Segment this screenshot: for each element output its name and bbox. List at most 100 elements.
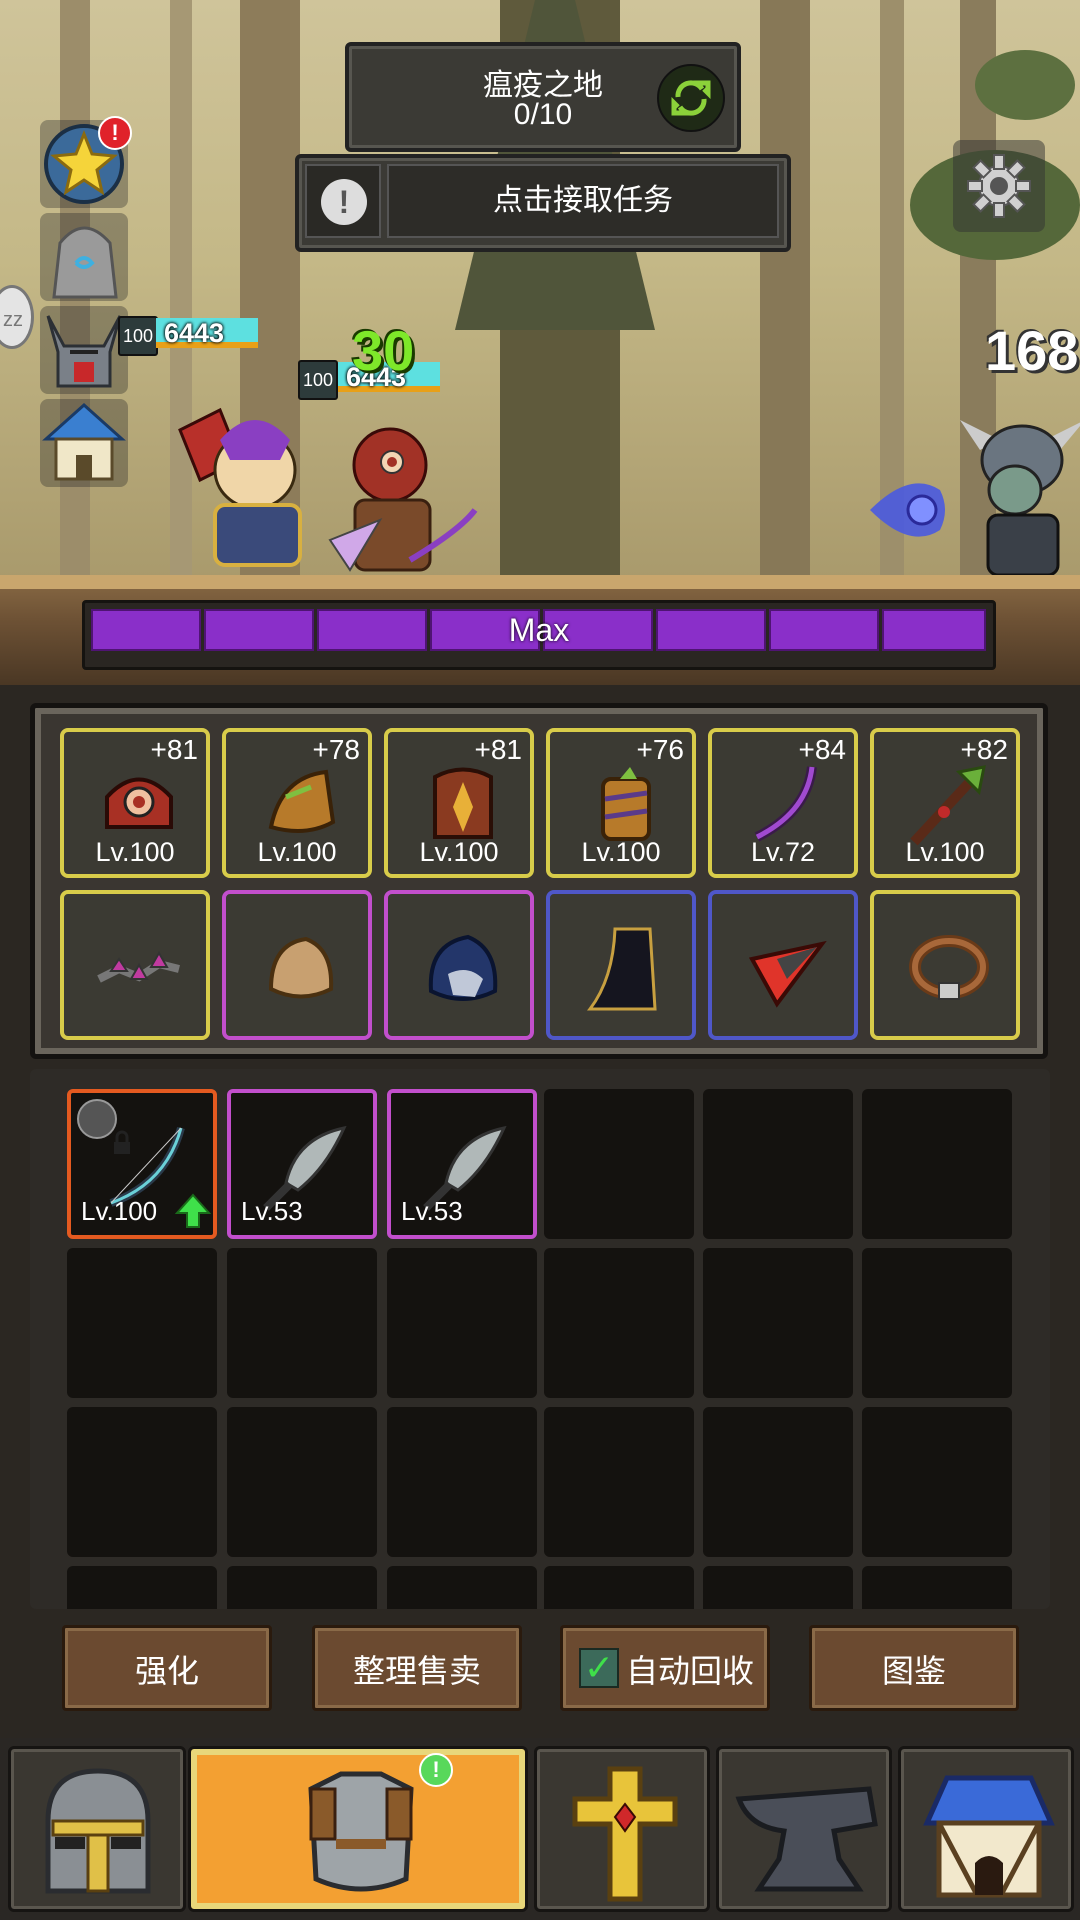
blue-hood-icon	[428, 934, 498, 1001]
equip-level: Lv.100	[257, 837, 337, 867]
inventory-empty-cell[interactable]	[227, 1248, 377, 1398]
sleep-icon[interactable]: zz	[0, 285, 34, 349]
achievement-button[interactable]: !	[40, 116, 132, 208]
quest-icon-box: !	[305, 164, 381, 238]
equip-plus: +81	[474, 734, 523, 765]
equip-slot-helmet[interactable]: +81 Lv.100	[60, 728, 210, 878]
chest-armor-icon	[308, 1771, 414, 1892]
magic-projectile	[870, 483, 945, 537]
enhance-button[interactable]: 强化	[62, 1625, 272, 1711]
shop-house-icon	[923, 1775, 1055, 1898]
equip-slot-cape[interactable]	[546, 890, 696, 1040]
enemy-orc	[960, 420, 1080, 577]
equip-level: Lv.72	[750, 837, 816, 867]
inventory-empty-cell[interactable]	[862, 1407, 1012, 1557]
equip-slot-bow[interactable]: +84 Lv.72	[708, 728, 858, 878]
equip-slot-gauntlet[interactable]: +76 Lv.100	[546, 728, 696, 878]
tab-forge[interactable]	[716, 1746, 892, 1912]
equip-level: Lv.100	[419, 837, 499, 867]
damage-number-enemy: 168	[985, 319, 1079, 382]
equip-slot-shoulder[interactable]: +78 Lv.100	[222, 728, 372, 878]
inventory-item-scimitar[interactable]: Lv.53	[387, 1089, 537, 1239]
equipment-panel: +81 Lv.100 +78 Lv.100 +81 Lv.100 +76 Lv.…	[30, 703, 1048, 1059]
notification-badge: !	[419, 1753, 453, 1787]
leather-cap-icon	[268, 936, 334, 999]
bottom-nav: !	[0, 1738, 1080, 1920]
lock-icon[interactable]	[77, 1099, 130, 1154]
house-icon	[42, 402, 126, 481]
equip-plus: +81	[150, 734, 199, 765]
hero2-level: 100	[298, 360, 338, 400]
inventory-empty-cell[interactable]	[387, 1248, 537, 1398]
exclamation-icon: !	[321, 179, 367, 225]
sort-sell-button[interactable]: 整理售卖	[312, 1625, 522, 1711]
tab-equipment[interactable]: !	[188, 1746, 528, 1912]
inventory-item-scimitar[interactable]: Lv.53	[227, 1089, 377, 1239]
inventory-empty-cell[interactable]	[544, 1248, 694, 1398]
codex-button[interactable]: 图鉴	[809, 1625, 1019, 1711]
leather-ring-icon	[909, 935, 989, 1000]
inventory-empty-cell[interactable]	[703, 1407, 853, 1557]
inventory-empty-cell[interactable]	[703, 1566, 853, 1609]
battle-scene: 瘟疫之地 0/10 ! 点击接取任务 ! zz 100 6443 100 644…	[0, 0, 1080, 580]
inventory-empty-cell[interactable]	[67, 1566, 217, 1609]
equip-slot-cap[interactable]	[222, 890, 372, 1040]
equip-level: Lv.100	[95, 837, 175, 867]
tab-hero[interactable]	[8, 1746, 186, 1912]
dark-cape-icon	[586, 927, 657, 1011]
hero-archer	[328, 427, 478, 572]
inventory-empty-cell[interactable]	[227, 1566, 377, 1609]
inventory-empty-cell[interactable]	[67, 1407, 217, 1557]
equip-slot-chest[interactable]: +81 Lv.100	[384, 728, 534, 878]
item-level: Lv.53	[401, 1196, 463, 1226]
tab-skills[interactable]	[534, 1746, 710, 1912]
zone-title-panel: 瘟疫之地 0/10	[345, 42, 741, 152]
inventory-empty-cell[interactable]	[862, 1566, 1012, 1609]
rune-button[interactable]	[40, 213, 128, 301]
inventory-item-bow[interactable]: Lv.100	[67, 1089, 217, 1239]
item-level: Lv.100	[81, 1196, 158, 1226]
inventory-empty-cell[interactable]	[862, 1089, 1012, 1239]
inventory-empty-cell[interactable]	[227, 1407, 377, 1557]
exp-bar: Max	[82, 600, 996, 670]
boss-button[interactable]	[40, 306, 128, 394]
equip-plus: +84	[798, 734, 847, 765]
equip-slot-arrowhead[interactable]	[708, 890, 858, 1040]
anvil-icon	[735, 1786, 878, 1892]
item-level: Lv.53	[241, 1196, 303, 1226]
equip-slot-ring[interactable]	[870, 890, 1020, 1040]
equip-slot-necklace[interactable]	[60, 890, 210, 1040]
inventory-empty-cell[interactable]	[544, 1407, 694, 1557]
inventory-empty-cell[interactable]	[387, 1566, 537, 1609]
red-arrowhead-icon	[748, 940, 827, 1008]
equip-plus: +76	[636, 734, 685, 765]
damage-number-hero: 30	[352, 319, 415, 382]
inventory-empty-cell[interactable]	[862, 1248, 1012, 1398]
golden-cross-icon	[572, 1766, 678, 1902]
equip-plus: +82	[960, 734, 1009, 765]
equip-slot-hood[interactable]	[384, 890, 534, 1040]
equip-level: Lv.100	[581, 837, 661, 867]
house-button[interactable]	[40, 399, 128, 487]
equip-slot-staff[interactable]: +82 Lv.100	[870, 728, 1020, 878]
tab-shop[interactable]	[898, 1746, 1074, 1912]
gear-icon[interactable]	[953, 140, 1045, 232]
inventory-empty-cell[interactable]	[544, 1566, 694, 1609]
exp-label: Max	[508, 612, 570, 648]
inventory-empty-cell[interactable]	[703, 1089, 853, 1239]
auto-recycle-label: 自动回收	[625, 1653, 754, 1689]
inventory-empty-cell[interactable]	[544, 1089, 694, 1239]
quest-bar[interactable]: ! 点击接取任务	[295, 154, 791, 252]
rune-stone-icon	[52, 226, 118, 299]
hero1-hp-bar: 6443	[156, 318, 258, 348]
inventory-empty-cell[interactable]	[387, 1407, 537, 1557]
inventory-empty-cell[interactable]	[703, 1248, 853, 1398]
auto-recycle-checkbox[interactable]: ✓	[579, 1648, 619, 1688]
auto-recycle-button[interactable]: ✓ 自动回收	[560, 1625, 770, 1711]
quest-text[interactable]: 点击接取任务	[387, 164, 779, 238]
inventory-empty-cell[interactable]	[67, 1248, 217, 1398]
horned-helmet-icon	[46, 315, 122, 388]
refresh-icon[interactable]	[657, 64, 725, 132]
spiked-necklace-icon	[97, 950, 180, 983]
knight-helmet-icon	[45, 1768, 151, 1894]
